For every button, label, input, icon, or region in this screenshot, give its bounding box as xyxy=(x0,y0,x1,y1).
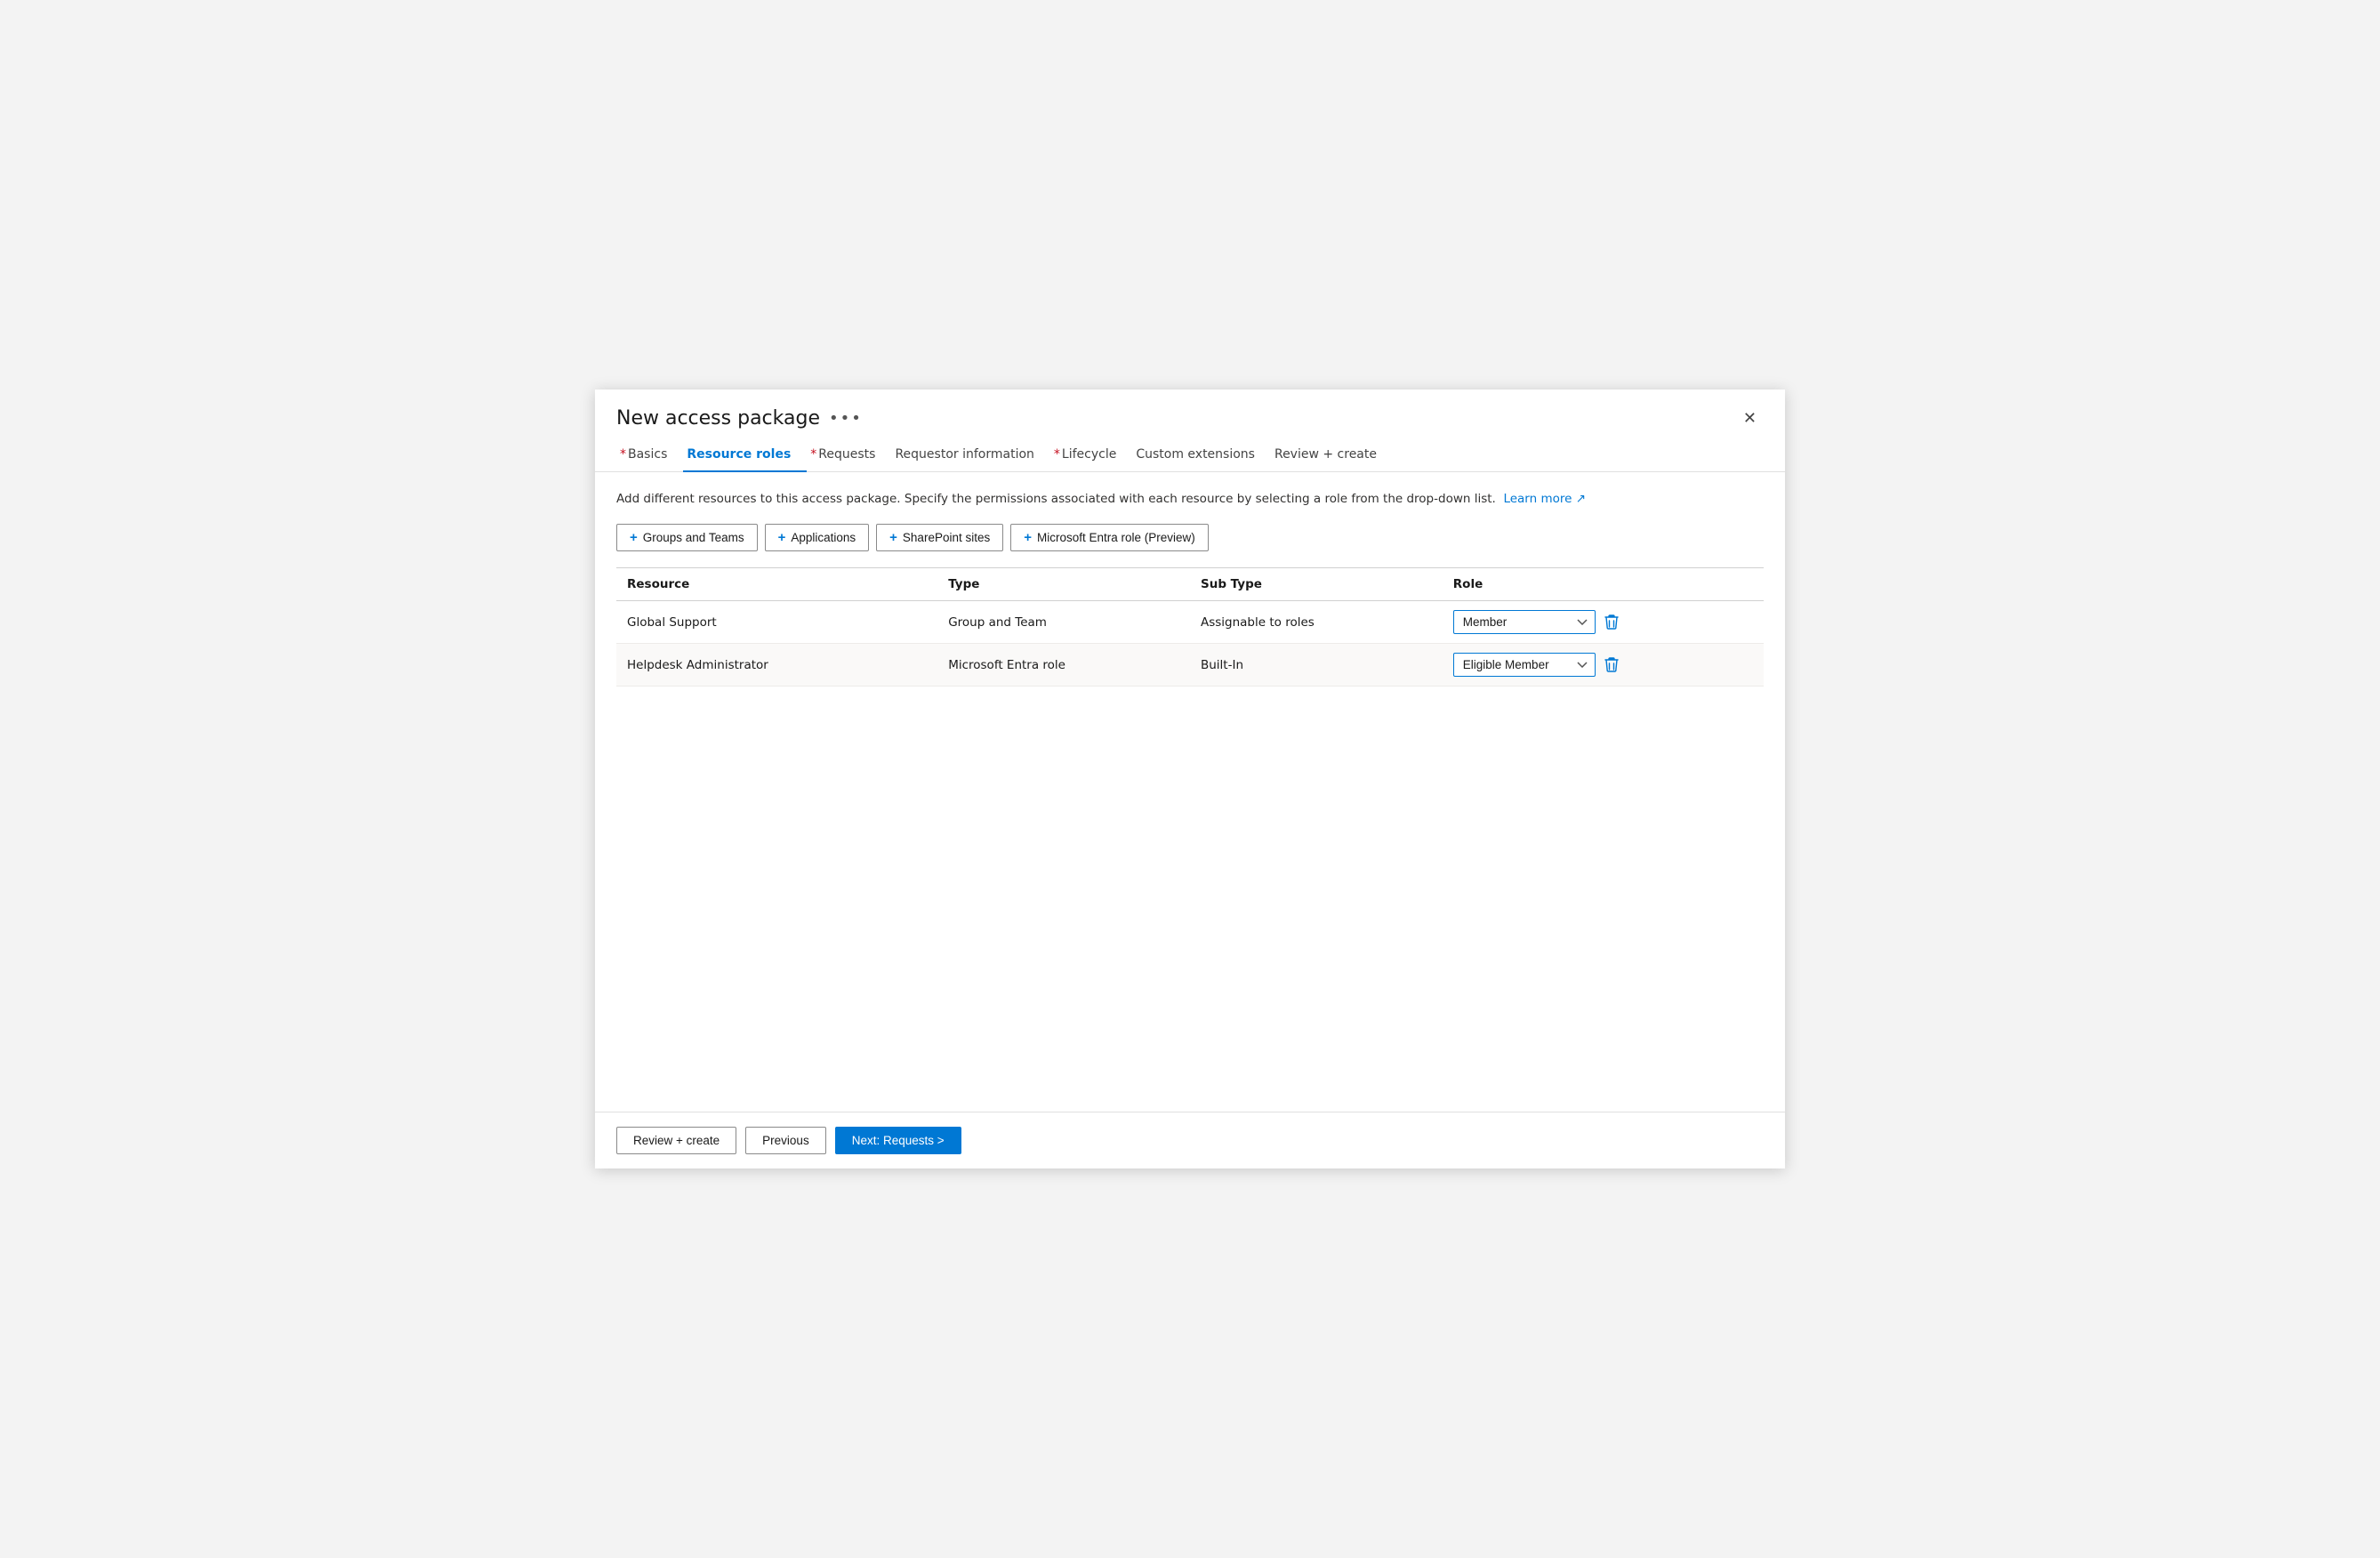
tab-bar: *Basics Resource roles *Requests Request… xyxy=(595,440,1785,472)
cell-type: Microsoft Entra role xyxy=(937,644,1190,687)
dialog-header: New access package ••• ✕ xyxy=(595,390,1785,440)
cell-resource: Helpdesk Administrator xyxy=(616,644,937,687)
cell-subtype: Built-In xyxy=(1190,644,1443,687)
cell-type: Group and Team xyxy=(937,601,1190,644)
tab-requests[interactable]: *Requests xyxy=(807,440,891,472)
delete-row-button[interactable] xyxy=(1601,613,1622,632)
cell-role: Eligible MemberActive Member xyxy=(1443,644,1764,687)
role-select-wrapper: Eligible MemberActive Member xyxy=(1453,653,1753,677)
new-access-package-dialog: New access package ••• ✕ *Basics Resourc… xyxy=(595,390,1785,1168)
table-row: Helpdesk AdministratorMicrosoft Entra ro… xyxy=(616,644,1764,687)
dialog-title: New access package xyxy=(616,407,820,430)
column-header-role: Role xyxy=(1443,568,1764,601)
tab-custom-extensions[interactable]: Custom extensions xyxy=(1132,440,1271,472)
more-options-icon[interactable]: ••• xyxy=(829,409,863,428)
tab-basics[interactable]: *Basics xyxy=(616,440,683,472)
role-select[interactable]: MemberOwner xyxy=(1453,610,1596,634)
column-header-type: Type xyxy=(937,568,1190,601)
plus-icon: + xyxy=(630,530,638,545)
add-applications-button[interactable]: + Applications xyxy=(765,524,870,551)
table-header-row: Resource Type Sub Type Role xyxy=(616,568,1764,601)
review-create-button[interactable]: Review + create xyxy=(616,1127,736,1154)
cell-resource: Global Support xyxy=(616,601,937,644)
add-microsoft-entra-role-button[interactable]: + Microsoft Entra role (Preview) xyxy=(1010,524,1209,551)
learn-more-link[interactable]: Learn more ↗ xyxy=(1503,492,1586,506)
cell-subtype: Assignable to roles xyxy=(1190,601,1443,644)
required-indicator: * xyxy=(810,447,816,462)
delete-row-button[interactable] xyxy=(1601,655,1622,675)
plus-icon: + xyxy=(1024,530,1032,545)
tab-lifecycle[interactable]: *Lifecycle xyxy=(1050,440,1132,472)
tab-resource-roles[interactable]: Resource roles xyxy=(683,440,807,472)
plus-icon: + xyxy=(778,530,786,545)
previous-button[interactable]: Previous xyxy=(745,1127,826,1154)
description-text: Add different resources to this access p… xyxy=(616,490,1764,508)
required-indicator: * xyxy=(620,447,626,462)
resources-table-container: Resource Type Sub Type Role Global Suppo… xyxy=(616,567,1764,1094)
tab-review-create[interactable]: Review + create xyxy=(1271,440,1393,472)
tab-requestor-information[interactable]: Requestor information xyxy=(891,440,1049,472)
add-groups-teams-button[interactable]: + Groups and Teams xyxy=(616,524,758,551)
role-select-wrapper: MemberOwner xyxy=(1453,610,1753,634)
column-header-resource: Resource xyxy=(616,568,937,601)
next-button[interactable]: Next: Requests > xyxy=(835,1127,961,1154)
dialog-title-row: New access package ••• xyxy=(616,407,863,430)
add-resource-buttons: + Groups and Teams + Applications + Shar… xyxy=(616,524,1764,551)
main-content: Add different resources to this access p… xyxy=(595,472,1785,1112)
close-button[interactable]: ✕ xyxy=(1736,406,1764,431)
required-indicator: * xyxy=(1054,447,1060,462)
table-row: Global SupportGroup and TeamAssignable t… xyxy=(616,601,1764,644)
add-sharepoint-sites-button[interactable]: + SharePoint sites xyxy=(876,524,1003,551)
column-header-subtype: Sub Type xyxy=(1190,568,1443,601)
role-select[interactable]: Eligible MemberActive Member xyxy=(1453,653,1596,677)
cell-role: MemberOwner xyxy=(1443,601,1764,644)
plus-icon: + xyxy=(889,530,897,545)
resources-table: Resource Type Sub Type Role Global Suppo… xyxy=(616,568,1764,687)
dialog-footer: Review + create Previous Next: Requests … xyxy=(595,1112,1785,1168)
